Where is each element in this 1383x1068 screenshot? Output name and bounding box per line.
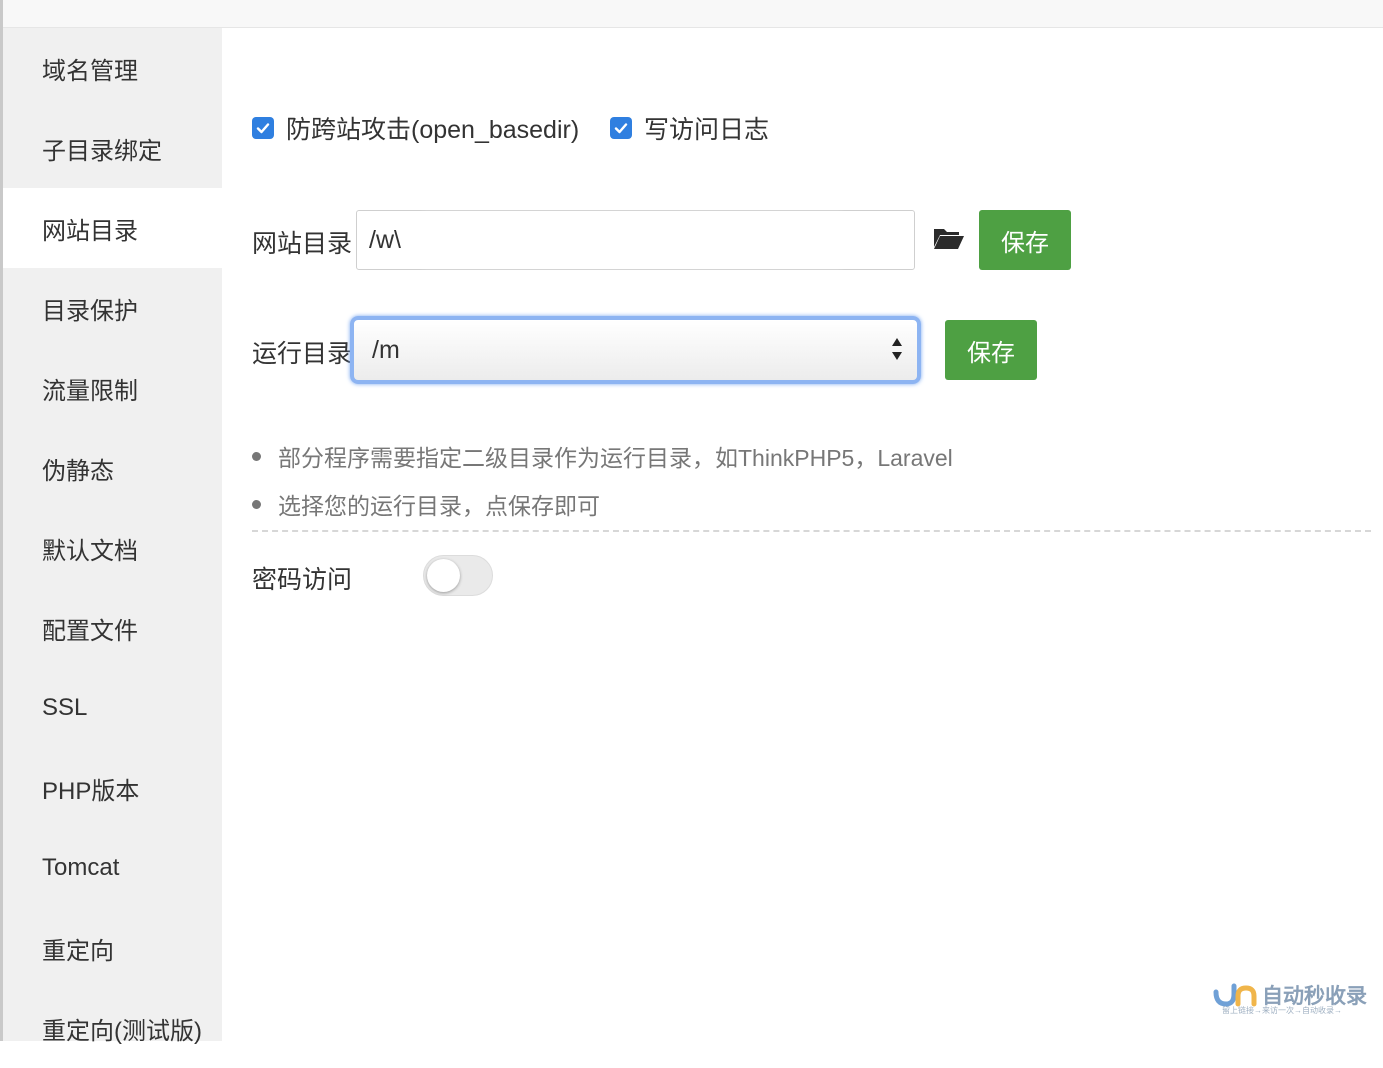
- run-dir-selected-value: /m: [372, 335, 400, 364]
- sidebar-item-label: PHP版本: [42, 777, 140, 805]
- sidebar-item-label: 网站目录: [42, 217, 138, 245]
- sidebar-item-rewrite[interactable]: 伪静态: [3, 428, 222, 508]
- sidebar-item-label: 域名管理: [42, 57, 138, 85]
- sidebar-item-domain[interactable]: 域名管理: [3, 28, 222, 108]
- sidebar-item-label: SSL: [42, 694, 88, 721]
- sidebar-item-redirect[interactable]: 重定向: [3, 908, 222, 988]
- sidebar-item-default-doc[interactable]: 默认文档: [3, 508, 222, 588]
- sidebar-item-dir-protect[interactable]: 目录保护: [3, 268, 222, 348]
- folder-open-icon[interactable]: [933, 225, 965, 256]
- toggle-knob: [427, 559, 460, 592]
- checkbox-checked-icon: [252, 117, 274, 139]
- tip-item: 部分程序需要指定二级目录作为运行目录，如ThinkPHP5，Laravel: [252, 439, 953, 473]
- sidebar-item-label: 伪静态: [42, 457, 114, 485]
- sidebar-item-config-file[interactable]: 配置文件: [3, 588, 222, 668]
- sidebar-item-subdir-binding[interactable]: 子目录绑定: [3, 108, 222, 188]
- bullet-icon: [252, 451, 261, 461]
- sidebar-item-label: 流量限制: [42, 377, 138, 405]
- bullet-icon: [252, 499, 261, 509]
- password-access-label: 密码访问: [252, 566, 353, 594]
- site-dir-label: 网站目录: [252, 230, 353, 258]
- tip-text: 选择您的运行目录，点保存即可: [278, 493, 600, 519]
- top-bar: [0, 0, 1383, 28]
- sidebar-item-label: 重定向(测试版): [42, 1017, 202, 1045]
- redaction-blur: [422, 214, 842, 266]
- sidebar-item-label: 目录保护: [42, 297, 138, 325]
- sidebar-item-php-version[interactable]: PHP版本: [3, 748, 222, 828]
- divider: [252, 530, 1371, 532]
- sidebar-item-label: 子目录绑定: [42, 137, 162, 165]
- site-dir-value: /w\: [369, 225, 401, 254]
- sidebar-item-ssl[interactable]: SSL: [3, 668, 222, 748]
- access-log-checkbox[interactable]: 写访问日志: [610, 110, 769, 146]
- checkbox-checked-icon: [610, 117, 632, 139]
- select-arrows-icon: [892, 338, 902, 360]
- sidebar-item-redirect-beta[interactable]: 重定向(测试版): [3, 988, 222, 1068]
- watermark-subtext: 留上链接→来访一次→自动收录→: [1222, 1006, 1342, 1015]
- anti-xss-label: 防跨站攻击(open_basedir): [286, 116, 580, 144]
- sidebar-item-label: 配置文件: [42, 617, 138, 645]
- run-dir-label: 运行目录: [252, 340, 353, 368]
- run-dir-save-button[interactable]: 保存: [945, 320, 1037, 380]
- sidebar-item-site-dir[interactable]: 网站目录: [3, 188, 222, 268]
- tip-text: 部分程序需要指定二级目录作为运行目录，如ThinkPHP5，Laravel: [278, 445, 953, 471]
- sidebar-item-label: 重定向: [42, 937, 114, 965]
- access-log-label: 写访问日志: [644, 116, 770, 144]
- tip-item: 选择您的运行目录，点保存即可: [252, 487, 600, 521]
- password-access-toggle[interactable]: [423, 555, 493, 596]
- site-dir-save-button[interactable]: 保存: [979, 210, 1071, 270]
- anti-xss-checkbox[interactable]: 防跨站攻击(open_basedir): [252, 110, 579, 146]
- watermark: 自动秒收录 留上链接→来访一次→自动收录→: [1212, 980, 1372, 1020]
- main-panel: 防跨站攻击(open_basedir) 写访问日志 网站目录 /w\ 保存 运行…: [222, 28, 1383, 1041]
- sidebar-item-traffic-limit[interactable]: 流量限制: [3, 348, 222, 428]
- sidebar: 域名管理 子目录绑定 网站目录 目录保护 流量限制 伪静态 默认文档 配置文件 …: [3, 28, 222, 1045]
- sidebar-item-label: Tomcat: [42, 854, 120, 881]
- run-dir-select[interactable]: /m: [350, 316, 921, 384]
- sidebar-item-tomcat[interactable]: Tomcat: [3, 828, 222, 908]
- sidebar-item-label: 默认文档: [42, 537, 138, 565]
